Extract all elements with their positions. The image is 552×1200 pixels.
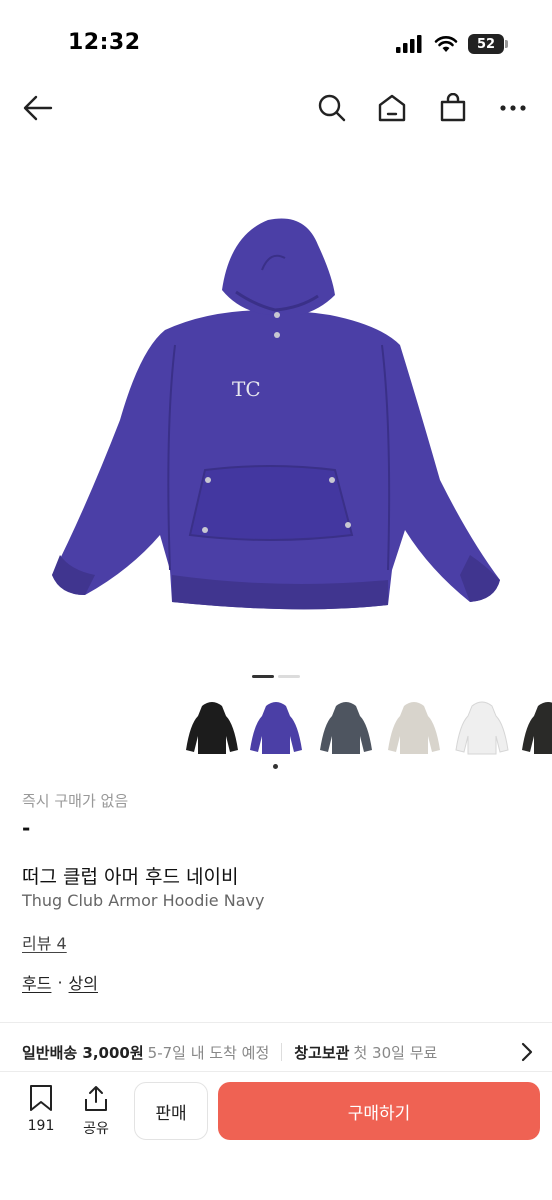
sell-button[interactable]: 판매 [134, 1082, 208, 1140]
battery-indicator: 52 [468, 34, 508, 54]
category-hoodie-link[interactable]: 후드 [22, 970, 51, 994]
back-button[interactable] [16, 84, 60, 132]
thumb-white[interactable] [450, 696, 514, 760]
chevron-right-icon [521, 1042, 533, 1062]
home-icon [378, 94, 406, 122]
bookmark-count: 191 [27, 1118, 55, 1134]
standard-shipping-eta: 5-7일 내 도착 예정 [147, 1043, 270, 1062]
review-link[interactable]: 리뷰 4 [22, 930, 67, 954]
share-icon [85, 1086, 107, 1111]
warehouse-label: 창고보관 [294, 1043, 350, 1062]
bookmark-button[interactable]: 191 [17, 1084, 65, 1134]
thumb-shape [455, 701, 509, 755]
search-icon [318, 94, 346, 122]
thumb-shape [320, 702, 372, 754]
shopping-bag-icon [440, 93, 466, 122]
thumb-black[interactable] [180, 696, 244, 760]
category-breadcrumb: 후드 · 상의 [22, 970, 98, 994]
thumb-dark[interactable] [516, 696, 552, 760]
home-button[interactable] [370, 84, 414, 132]
search-button[interactable] [310, 84, 354, 132]
buy-button[interactable]: 구매하기 [218, 1082, 540, 1140]
status-icons: 52 [396, 32, 508, 56]
divider [0, 1022, 552, 1023]
thumb-navy[interactable] [244, 696, 308, 760]
thumb-shape [250, 702, 302, 754]
price-value: - [22, 816, 31, 840]
selected-thumb-indicator [273, 764, 278, 769]
cart-button[interactable] [431, 84, 475, 132]
product-image[interactable]: TC [0, 150, 552, 660]
product-title-en: Thug Club Armor Hoodie Navy [22, 891, 265, 910]
arrow-left-icon [23, 95, 53, 121]
top-nav [0, 84, 552, 132]
warehouse-note: 첫 30일 무료 [353, 1043, 438, 1062]
status-time: 12:32 [68, 30, 141, 55]
pager-dot-active [252, 675, 274, 678]
color-options [180, 696, 552, 772]
thumb-shape [186, 702, 238, 754]
bottom-action-bar: 191 공유 판매 구매하기 [0, 1072, 552, 1200]
thumb-cream[interactable] [382, 696, 446, 760]
shipping-info-row[interactable]: 일반배송 3,000원 5-7일 내 도착 예정 창고보관 첫 30일 무료 [22, 1040, 534, 1064]
buy-now-price-label: 즉시 구매가 없음 [22, 792, 129, 810]
share-button[interactable]: 공유 [72, 1084, 120, 1138]
image-pager [252, 675, 300, 678]
hoodie-logo: TC [232, 377, 261, 401]
bookmark-icon [30, 1085, 52, 1111]
more-dots-icon [500, 105, 526, 111]
thumb-charcoal[interactable] [314, 696, 378, 760]
hoodie-image: TC [52, 218, 500, 610]
thumb-shape [522, 702, 552, 754]
pager-dot [278, 675, 300, 678]
status-bar: 12:32 52 [0, 0, 552, 88]
wifi-icon [434, 36, 458, 52]
product-title-ko: 떠그 클럽 아머 후드 네이비 [22, 866, 239, 888]
signal-icon [396, 35, 422, 53]
shipping-separator [281, 1043, 283, 1061]
standard-shipping-label: 일반배송 3,000원 [22, 1043, 144, 1062]
category-top-link[interactable]: 상의 [69, 970, 98, 994]
category-separator: · [57, 972, 63, 992]
more-button[interactable] [491, 84, 535, 132]
share-label: 공유 [83, 1121, 109, 1137]
thumb-shape [388, 702, 440, 754]
